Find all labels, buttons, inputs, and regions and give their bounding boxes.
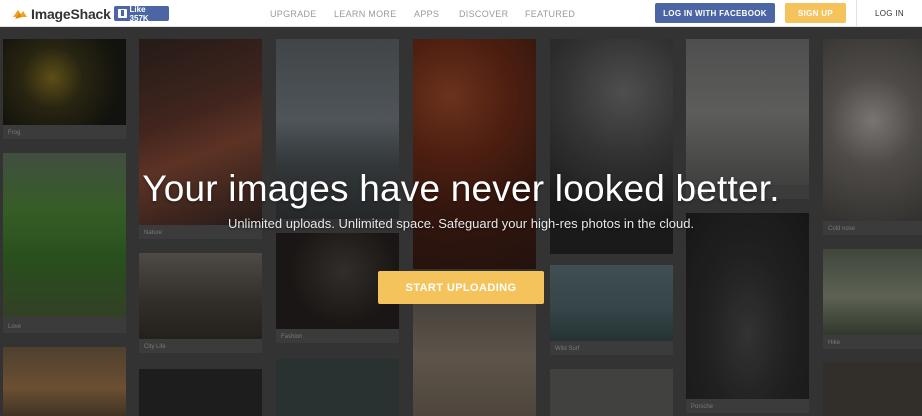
photo-mosque	[686, 39, 809, 185]
photo-caption: Wild Surf	[555, 346, 580, 352]
nav-discover[interactable]: DISCOVER	[459, 9, 508, 19]
nav-apps[interactable]: APPS	[414, 9, 439, 19]
photo-tile-beach[interactable]	[3, 347, 126, 416]
photo-tile-city-life[interactable]: City Life	[139, 253, 262, 353]
logo-text: ImageShack	[31, 5, 111, 22]
photo-interior	[276, 359, 399, 416]
facebook-like-button[interactable]: Like 357K	[114, 4, 169, 23]
photo-tile-forest[interactable]	[823, 363, 922, 416]
nav-learn-more[interactable]: LEARN MORE	[334, 9, 397, 19]
photo-frog	[3, 39, 126, 125]
photo-tile-wild-surf[interactable]: Wild Surf	[550, 265, 673, 355]
imageshack-logo[interactable]: ImageShack	[13, 5, 111, 22]
photo-tile-flamingos[interactable]	[413, 39, 536, 269]
log-in-button[interactable]: LOG IN	[856, 0, 922, 27]
hero-subtitle: Unlimited uploads. Unlimited space. Safe…	[227, 216, 695, 231]
photo-caption: Hike	[828, 340, 841, 346]
nav-featured[interactable]: FEATURED	[525, 9, 575, 19]
photo-caption: Porsche	[691, 404, 714, 410]
thumbs-up-icon	[118, 9, 127, 18]
photo-flamingos	[413, 39, 536, 269]
photo-tile-hike[interactable]: Hike	[823, 249, 922, 349]
nav-upgrade[interactable]: UPGRADE	[270, 9, 317, 19]
facebook-like-label: Like 357K	[129, 4, 149, 23]
photo-tile-dark[interactable]	[139, 369, 262, 416]
photo-porsche	[686, 213, 809, 399]
photo-beach	[3, 347, 126, 416]
photo-caption: City Life	[144, 344, 166, 350]
photo-dark-scene	[139, 369, 262, 416]
sign-up-button[interactable]: SIGN UP	[785, 3, 846, 23]
photo-cyclist	[139, 253, 262, 339]
photo-tile-frog[interactable]: Frog	[3, 39, 126, 139]
photo-hike	[823, 249, 922, 335]
imageshack-logo-icon	[13, 9, 27, 19]
photo-caption: Love	[8, 324, 22, 330]
top-navigation-bar: ImageShack Like 357K UPGRADE LEARN MORE …	[0, 0, 922, 27]
photo-forest	[823, 363, 922, 416]
photo-kitesurf	[550, 265, 673, 341]
login-with-facebook-button[interactable]: LOG IN WITH FACEBOOK	[655, 3, 775, 23]
photo-caption: Fashion	[281, 334, 303, 340]
hero-title: Your images have never looked better.	[142, 168, 780, 209]
photo-light-scene	[550, 369, 673, 416]
photo-caption: Frog	[8, 130, 21, 136]
photo-tile-porsche[interactable]: Porsche	[686, 213, 809, 413]
photo-tile-light[interactable]	[550, 369, 673, 416]
start-uploading-button[interactable]: START UPLOADING	[378, 271, 544, 304]
photo-tile-interior[interactable]	[276, 359, 399, 416]
